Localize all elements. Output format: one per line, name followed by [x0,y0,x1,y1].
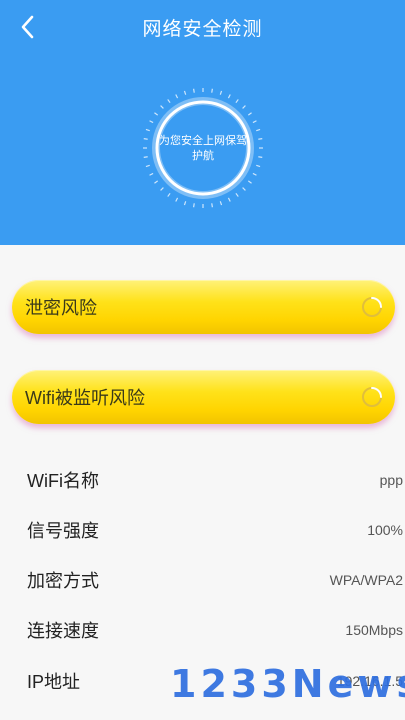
screen: 网络安全检测 为您安全上网保驾护航 泄密风险 Wifi被监听风险 WiFi名称 … [0,0,405,720]
dial-tick [175,197,179,202]
dial-tick [252,172,257,176]
info-label: WiFi名称 [27,471,99,491]
dial-tick [193,203,195,208]
dial-tick [256,128,261,132]
info-row-signal: 信号强度 100% [0,505,405,555]
dial-tick [154,112,159,116]
dial-tick [143,156,148,158]
dial-tick [235,99,239,104]
dial-tick [227,94,231,99]
dial-tick [258,138,263,140]
dial-tick [167,192,171,197]
dial-tick [247,112,252,116]
risk-item-leak[interactable]: 泄密风险 [12,280,395,334]
dial-tick [219,90,223,95]
info-value: 100% [367,522,403,538]
risk-label: Wifi被监听风险 [25,388,145,408]
dial-tick [219,201,223,206]
loading-spinner-icon [361,296,383,318]
header: 网络安全检测 为您安全上网保驾护航 [0,0,405,245]
info-label: IP地址 [27,672,81,692]
info-label: 信号强度 [27,521,99,541]
dial-tick [143,138,148,140]
dial-tick [227,197,231,202]
loading-spinner-icon [361,386,383,408]
info-value: ppp [379,472,403,488]
security-scan-dial: 为您安全上网保驾护航 [141,86,265,210]
dial-tick [256,164,261,168]
info-value: 150Mbps [345,622,403,638]
dial-tick [175,94,179,99]
info-row-wifi-name: WiFi名称 ppp [0,455,405,505]
watermark-logo: 1233News [170,662,405,706]
content: 泄密风险 Wifi被监听风险 WiFi名称 ppp 信号强度 100% 加密方式… [0,245,405,720]
risk-label: 泄密风险 [25,298,97,318]
dial-tick [242,105,246,109]
dial-tick [235,192,239,197]
dial-tick [154,180,159,184]
info-row-encryption: 加密方式 WPA/WPA2 [0,555,405,605]
dial-tick [183,201,187,206]
dial-tick [160,187,164,191]
dial-tick [242,187,246,191]
dial-tick [193,88,195,93]
info-label: 连接速度 [27,621,99,641]
dial-tick [211,203,213,208]
dial-tick [160,105,164,109]
dial-tick [211,88,213,93]
dial-tick [149,172,154,176]
risk-item-wifi-monitor[interactable]: Wifi被监听风险 [12,370,395,424]
dial-tick [258,156,263,158]
dial-tick [149,120,154,124]
dial-tick [145,128,150,132]
scan-slogan: 为您安全上网保驾护航 [159,135,247,162]
dial-tick [247,180,252,184]
dial-tick [167,99,171,104]
info-value: WPA/WPA2 [329,572,403,588]
dial-tick [145,164,150,168]
dial-tick [183,90,187,95]
page-title: 网络安全检测 [142,19,263,40]
info-label: 加密方式 [27,571,99,591]
dial-tick [252,120,257,124]
info-row-speed: 连接速度 150Mbps [0,605,405,655]
